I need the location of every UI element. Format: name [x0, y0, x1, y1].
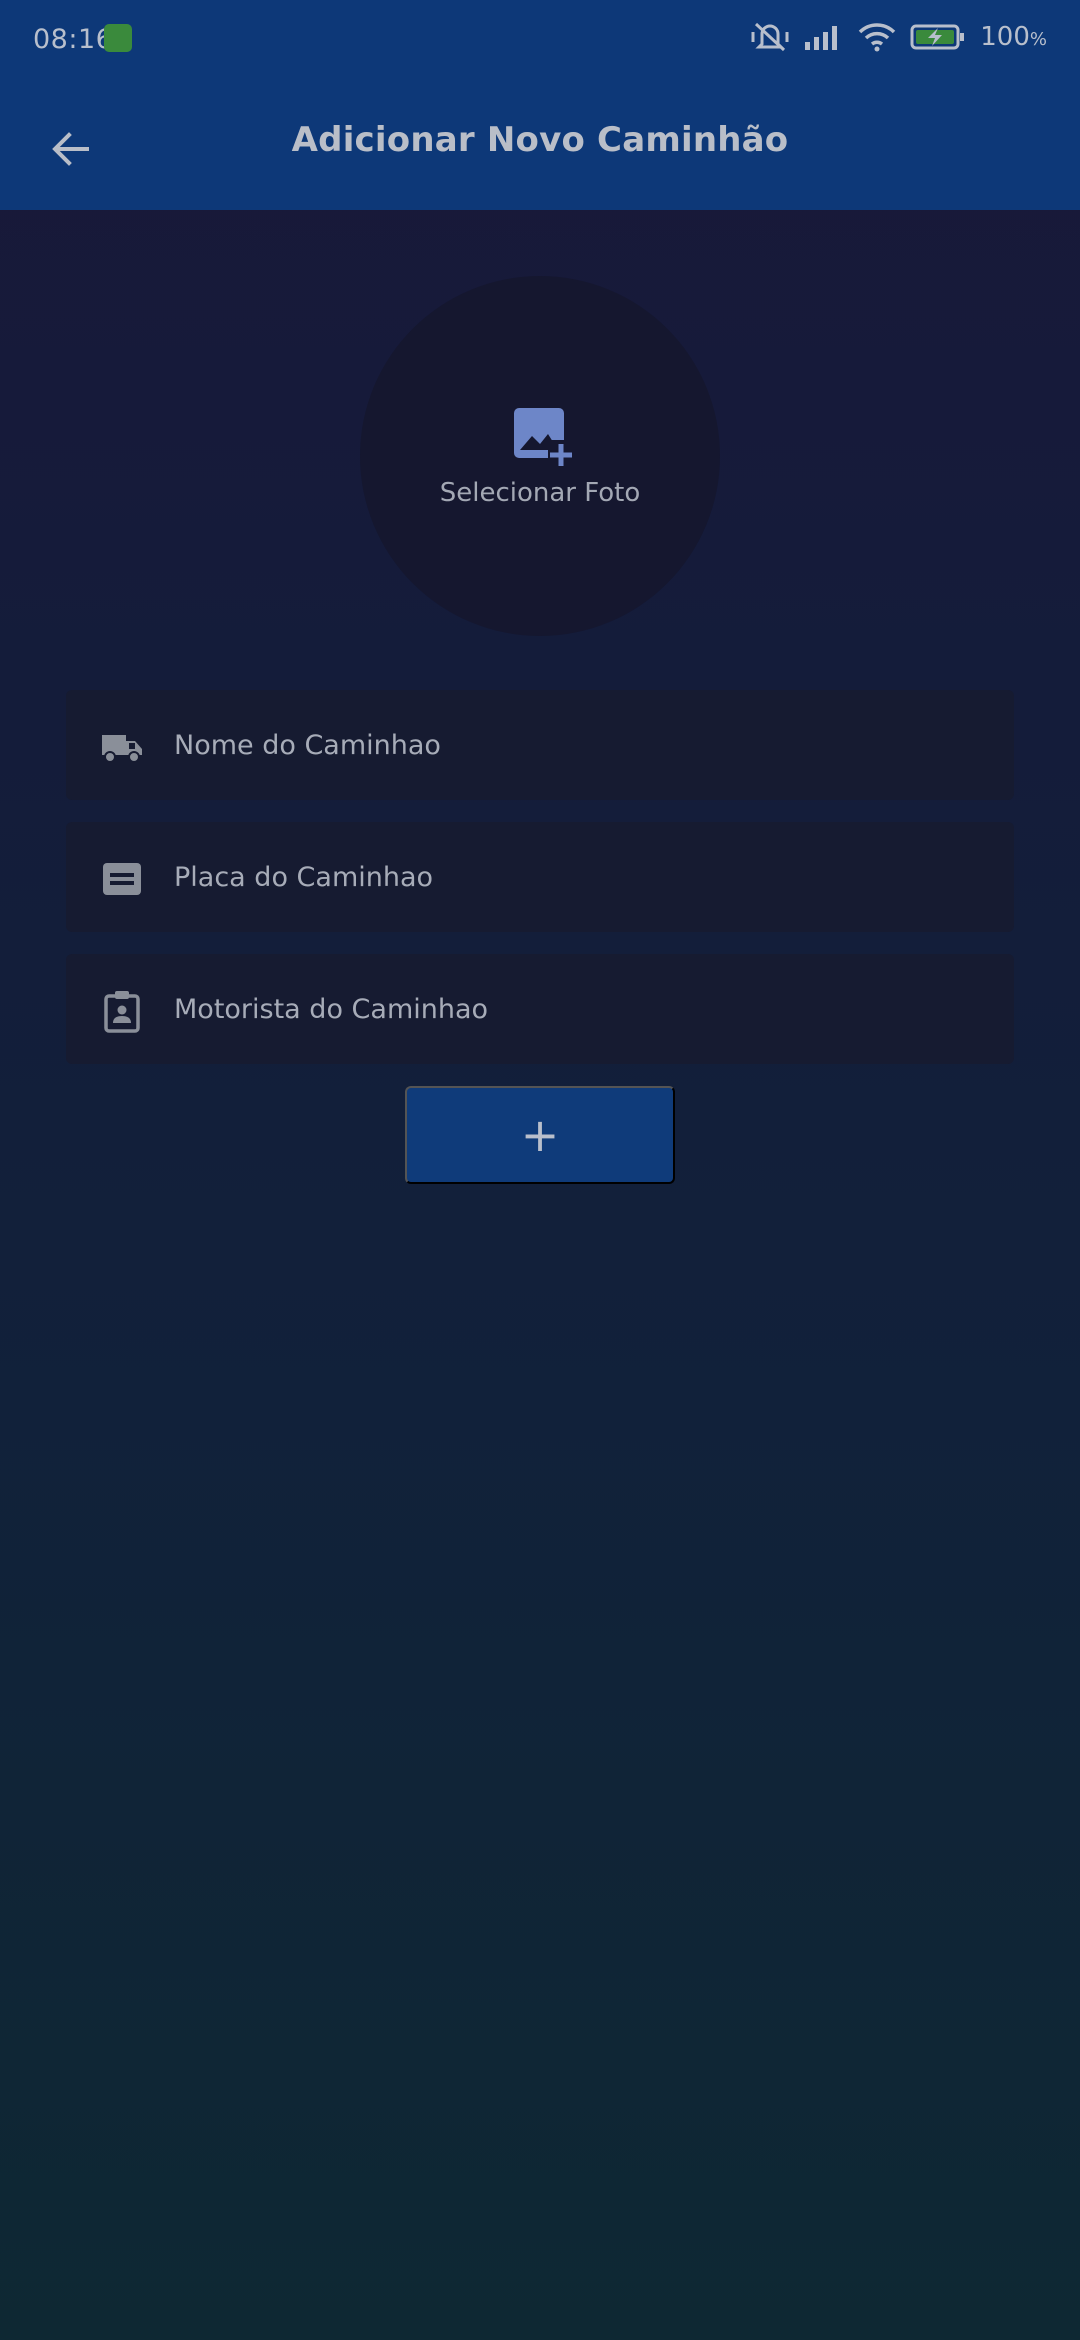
truck-plate-field[interactable]	[66, 822, 1014, 932]
truck-driver-field[interactable]	[66, 954, 1014, 1064]
plate-icon	[103, 863, 141, 895]
add-photo-icon	[514, 408, 574, 468]
app-bar: Adicionar Novo Caminhão	[0, 78, 1080, 210]
truck-name-field[interactable]	[66, 690, 1014, 800]
signal-icon	[805, 26, 838, 50]
status-icons: 100%	[750, 20, 1047, 54]
wifi-icon	[859, 23, 896, 52]
app-notification-icon	[104, 24, 132, 52]
select-photo-button[interactable]: Selecionar Foto	[360, 276, 720, 636]
add-truck-screen: 08:16 100% Adicionar Novo Caminhão Selec…	[0, 0, 1080, 2340]
page-title: Adicionar Novo Caminhão	[291, 120, 789, 160]
truck-driver-input[interactable]	[172, 954, 994, 1064]
select-photo-label: Selecionar Foto	[439, 478, 641, 508]
battery-percent: 100%	[980, 22, 1047, 52]
truck-icon	[102, 735, 142, 763]
mute-vibrate-icon	[751, 22, 789, 52]
battery-charging-icon	[910, 24, 965, 50]
truck-plate-input[interactable]	[172, 822, 994, 932]
add-truck-button[interactable]: +	[405, 1086, 675, 1184]
truck-name-input[interactable]	[172, 690, 994, 800]
status-time: 08:16	[33, 24, 114, 55]
status-bar: 08:16 100%	[0, 0, 1080, 78]
driver-badge-icon	[104, 991, 140, 1033]
